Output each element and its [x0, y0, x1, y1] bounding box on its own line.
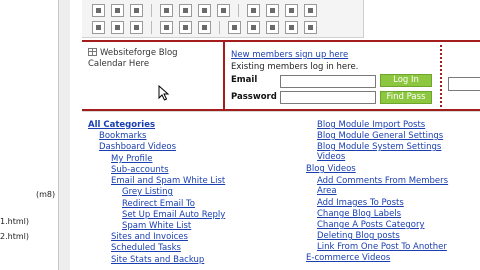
- password-label: Password: [231, 92, 277, 102]
- image-icon[interactable]: [285, 4, 298, 17]
- category-link[interactable]: All Categories: [88, 120, 155, 130]
- editor-toolbar: [82, 0, 364, 38]
- toolbar-row-1: [92, 4, 317, 18]
- link-icon[interactable]: [304, 4, 317, 17]
- right-box: [442, 40, 480, 111]
- category-link[interactable]: E-commerce Videos: [306, 253, 390, 263]
- align-center-icon[interactable]: [111, 4, 124, 17]
- toolbar-separator: [151, 21, 152, 34]
- category-content: All Categories Bookmarks Dashboard Video…: [82, 111, 480, 270]
- cut-icon[interactable]: [266, 21, 279, 34]
- category-link[interactable]: Add Images To Posts: [317, 198, 404, 208]
- right-input[interactable]: [448, 77, 480, 91]
- category-link[interactable]: Blog Module Import Posts: [317, 120, 425, 130]
- category-link[interactable]: Blog Videos: [306, 164, 356, 174]
- login-button[interactable]: Log In: [380, 74, 432, 87]
- left-fragment-2: 1.html): [0, 217, 29, 226]
- calendar-icon: [88, 48, 97, 56]
- category-link[interactable]: Change A Posts Category: [317, 220, 425, 230]
- toolbar-separator: [238, 4, 239, 17]
- category-link[interactable]: Spam White List: [122, 221, 191, 231]
- left-fragment-3: 2.html): [0, 232, 29, 241]
- category-link[interactable]: Sites and Invoices: [111, 232, 188, 242]
- table-col-icon[interactable]: [130, 21, 143, 34]
- toolbar-separator: [219, 21, 220, 34]
- copy-icon[interactable]: [228, 21, 241, 34]
- toolbar-separator: [151, 4, 152, 17]
- calendar-placeholder: Websiteforge Blog Calendar Here: [88, 48, 208, 70]
- category-link[interactable]: Change Blog Labels: [317, 209, 401, 219]
- table-insert-icon[interactable]: [92, 21, 105, 34]
- merge-icon[interactable]: [179, 21, 192, 34]
- category-link[interactable]: Add Comments From Members Area: [317, 176, 467, 196]
- category-link[interactable]: Dashboard Videos: [99, 142, 176, 152]
- login-box: New members sign up here Existing member…: [225, 40, 442, 111]
- find-pass-button[interactable]: Find Pass: [380, 91, 432, 104]
- calendar-text: Websiteforge Blog Calendar Here: [88, 48, 178, 69]
- toolbar-row-2: [92, 21, 317, 35]
- split-icon[interactable]: [198, 21, 211, 34]
- indent-icon[interactable]: [198, 4, 211, 17]
- category-link[interactable]: Sub-accounts: [111, 165, 169, 175]
- category-link[interactable]: Set Up Email Auto Reply: [122, 210, 225, 220]
- table-icon[interactable]: [266, 4, 279, 17]
- panel-divider[interactable]: [58, 0, 70, 270]
- category-link[interactable]: Blog Module System Settings Videos: [317, 142, 452, 162]
- justify-icon[interactable]: [160, 4, 173, 17]
- category-link[interactable]: My Profile: [111, 154, 153, 164]
- category-link[interactable]: Link From One Post To Another: [317, 242, 447, 252]
- category-link[interactable]: Redirect Email To: [122, 199, 195, 209]
- format-icon[interactable]: [247, 4, 260, 17]
- mouse-cursor-icon: [158, 85, 170, 101]
- category-link[interactable]: Scheduled Tasks: [111, 243, 181, 253]
- align-right-icon[interactable]: [130, 4, 143, 17]
- password-field[interactable]: [280, 91, 376, 104]
- category-link[interactable]: Bookmarks: [99, 131, 147, 141]
- undo-icon[interactable]: [285, 21, 298, 34]
- category-link[interactable]: Deleting Blog posts: [317, 231, 400, 241]
- email-field[interactable]: [280, 75, 376, 88]
- paste-icon[interactable]: [247, 21, 260, 34]
- list-icon[interactable]: [179, 4, 192, 17]
- align-left-icon[interactable]: [92, 4, 105, 17]
- cell-icon[interactable]: [160, 21, 173, 34]
- category-link[interactable]: Blog Module General Settings: [317, 131, 443, 141]
- left-panel: (m8) 1.html) 2.html): [0, 0, 58, 270]
- outdent-icon[interactable]: [217, 4, 230, 17]
- table-row-icon[interactable]: [111, 21, 124, 34]
- existing-members-text: Existing members log in here.: [231, 62, 359, 72]
- category-link[interactable]: Grey Listing: [122, 187, 173, 197]
- left-fragment-1: (m8): [36, 190, 56, 199]
- category-link[interactable]: Email and Spam White List: [111, 176, 225, 186]
- email-label: Email: [231, 75, 258, 85]
- signup-link[interactable]: New members sign up here: [231, 50, 348, 60]
- category-link[interactable]: Site Stats and Backup: [111, 255, 204, 265]
- redo-icon[interactable]: [304, 21, 317, 34]
- calendar-box: Websiteforge Blog Calendar Here: [82, 40, 225, 111]
